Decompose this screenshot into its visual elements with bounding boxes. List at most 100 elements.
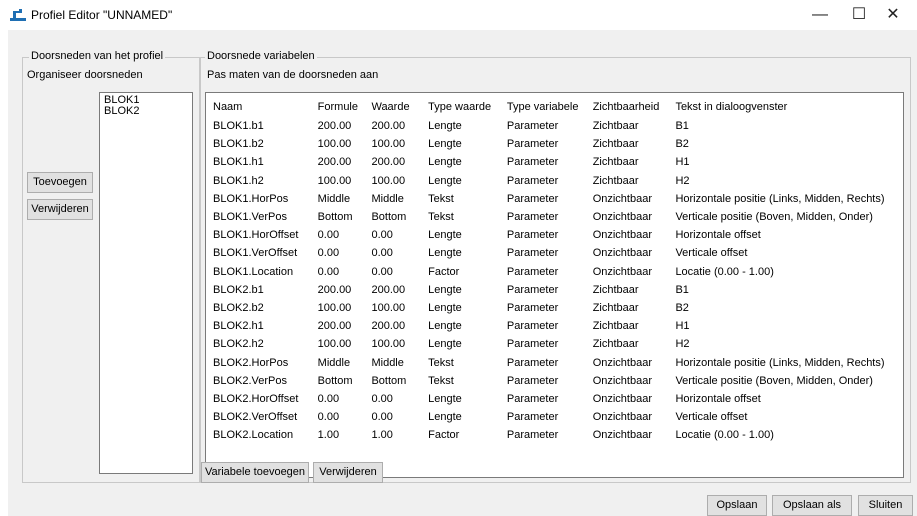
cell-waarde[interactable]: 100.00	[364, 135, 421, 153]
table-row[interactable]: BLOK2.HorPos Middle Middle Tekst Parameter On…	[206, 353, 903, 371]
cell-waarde[interactable]: Middle	[364, 353, 421, 371]
save-as-button[interactable]: Opslaan als	[772, 495, 852, 516]
cell-type-waarde[interactable]: Factor	[421, 263, 500, 281]
cell-naam[interactable]: BLOK1.Location	[206, 263, 311, 281]
cell-type-waarde[interactable]: Lengte	[421, 135, 500, 153]
cell-formule[interactable]: Middle	[311, 190, 365, 208]
cell-waarde[interactable]: Bottom	[364, 372, 421, 390]
table-row[interactable]: BLOK1.VerOffset 0.00 0.00 Lengte Parameter On…	[206, 244, 903, 262]
remove-variable-button[interactable]: Verwijderen	[313, 462, 383, 483]
cell-formule[interactable]: 0.00	[311, 244, 365, 262]
cell-zichtbaarheid[interactable]: Zichtbaar	[586, 335, 669, 353]
cell-type-variabele[interactable]: Parameter	[500, 226, 586, 244]
cell-type-waarde[interactable]: Lengte	[421, 390, 500, 408]
cell-type-variabele[interactable]: Parameter	[500, 353, 586, 371]
cell-formule[interactable]: 0.00	[311, 390, 365, 408]
cell-naam[interactable]: BLOK1.h1	[206, 153, 311, 171]
cell-zichtbaarheid[interactable]: Zichtbaar	[586, 117, 669, 135]
cell-tekst[interactable]: H1	[668, 317, 903, 335]
cell-formule[interactable]: 100.00	[311, 335, 365, 353]
cell-formule[interactable]: Middle	[311, 353, 365, 371]
cell-naam[interactable]: BLOK1.h2	[206, 172, 311, 190]
save-button[interactable]: Opslaan	[707, 495, 767, 516]
cell-waarde[interactable]: Bottom	[364, 208, 421, 226]
cell-type-waarde[interactable]: Tekst	[421, 208, 500, 226]
cell-waarde[interactable]: 0.00	[364, 390, 421, 408]
table-row[interactable]: BLOK2.b1 200.00 200.00 Lengte Parameter Zicht…	[206, 281, 903, 299]
cell-waarde[interactable]: 100.00	[364, 172, 421, 190]
cell-type-variabele[interactable]: Parameter	[500, 390, 586, 408]
column-header-tekst[interactable]: Tekst in dialoogvenster	[668, 97, 903, 117]
table-row[interactable]: BLOK1.b2 100.00 100.00 Lengte Parameter Zicht…	[206, 135, 903, 153]
cell-type-variabele[interactable]: Parameter	[500, 335, 586, 353]
cell-tekst[interactable]: H1	[668, 153, 903, 171]
close-window-button[interactable]: ✕	[870, 0, 916, 30]
cell-zichtbaarheid[interactable]: Zichtbaar	[586, 172, 669, 190]
table-row[interactable]: BLOK2.h1 200.00 200.00 Lengte Parameter Zicht…	[206, 317, 903, 335]
cell-type-variabele[interactable]: Parameter	[500, 244, 586, 262]
cell-type-variabele[interactable]: Parameter	[500, 408, 586, 426]
cell-type-waarde[interactable]: Tekst	[421, 353, 500, 371]
column-header-type-variabele[interactable]: Type variabele	[500, 97, 586, 117]
cell-naam[interactable]: BLOK1.VerOffset	[206, 244, 311, 262]
table-row[interactable]: BLOK1.b1 200.00 200.00 Lengte Parameter Zicht…	[206, 117, 903, 135]
cell-tekst[interactable]: B2	[668, 135, 903, 153]
cell-waarde[interactable]: 1.00	[364, 426, 421, 444]
cell-formule[interactable]: 100.00	[311, 135, 365, 153]
cell-naam[interactable]: BLOK1.b2	[206, 135, 311, 153]
cell-formule[interactable]: 0.00	[311, 408, 365, 426]
table-row[interactable]: BLOK2.VerPos Bottom Bottom Tekst Parameter On…	[206, 372, 903, 390]
cell-type-variabele[interactable]: Parameter	[500, 426, 586, 444]
cell-formule[interactable]: 0.00	[311, 263, 365, 281]
cell-zichtbaarheid[interactable]: Onzichtbaar	[586, 390, 669, 408]
cell-type-waarde[interactable]: Tekst	[421, 190, 500, 208]
table-row[interactable]: BLOK2.HorOffset 0.00 0.00 Lengte Parameter On…	[206, 390, 903, 408]
table-row[interactable]: BLOK1.VerPos Bottom Bottom Tekst Parameter On…	[206, 208, 903, 226]
column-header-zichtbaarheid[interactable]: Zichtbaarheid	[586, 97, 669, 117]
cell-formule[interactable]: 100.00	[311, 299, 365, 317]
cell-type-waarde[interactable]: Lengte	[421, 117, 500, 135]
cell-zichtbaarheid[interactable]: Onzichtbaar	[586, 208, 669, 226]
cell-type-variabele[interactable]: Parameter	[500, 263, 586, 281]
close-button[interactable]: Sluiten	[858, 495, 913, 516]
cell-naam[interactable]: BLOK2.h1	[206, 317, 311, 335]
column-header-type-waarde[interactable]: Type waarde	[421, 97, 500, 117]
cell-formule[interactable]: 200.00	[311, 281, 365, 299]
cell-tekst[interactable]: Verticale offset	[668, 244, 903, 262]
cell-naam[interactable]: BLOK2.Location	[206, 426, 311, 444]
cell-waarde[interactable]: 200.00	[364, 281, 421, 299]
cell-formule[interactable]: 0.00	[311, 226, 365, 244]
cell-type-variabele[interactable]: Parameter	[500, 117, 586, 135]
cell-tekst[interactable]: Horizontale offset	[668, 390, 903, 408]
table-row[interactable]: BLOK1.Location 0.00 0.00 Factor Parameter Onz…	[206, 263, 903, 281]
cell-zichtbaarheid[interactable]: Onzichtbaar	[586, 408, 669, 426]
table-row[interactable]: BLOK1.h1 200.00 200.00 Lengte Parameter Zicht…	[206, 153, 903, 171]
table-row[interactable]: BLOK2.Location 1.00 1.00 Factor Parameter Onz…	[206, 426, 903, 444]
cell-zichtbaarheid[interactable]: Onzichtbaar	[586, 263, 669, 281]
cell-formule[interactable]: 200.00	[311, 317, 365, 335]
cell-naam[interactable]: BLOK2.HorPos	[206, 353, 311, 371]
cell-naam[interactable]: BLOK1.b1	[206, 117, 311, 135]
list-item[interactable]: BLOK2	[104, 106, 188, 117]
cell-waarde[interactable]: 0.00	[364, 226, 421, 244]
cell-naam[interactable]: BLOK2.VerOffset	[206, 408, 311, 426]
cell-type-variabele[interactable]: Parameter	[500, 372, 586, 390]
cell-waarde[interactable]: 0.00	[364, 263, 421, 281]
cell-zichtbaarheid[interactable]: Onzichtbaar	[586, 353, 669, 371]
cell-tekst[interactable]: Locatie (0.00 - 1.00)	[668, 263, 903, 281]
add-variable-button[interactable]: Variabele toevoegen	[201, 462, 309, 483]
cell-type-variabele[interactable]: Parameter	[500, 135, 586, 153]
cell-naam[interactable]: BLOK2.VerPos	[206, 372, 311, 390]
cell-tekst[interactable]: Locatie (0.00 - 1.00)	[668, 426, 903, 444]
cell-type-variabele[interactable]: Parameter	[500, 153, 586, 171]
table-row[interactable]: BLOK2.b2 100.00 100.00 Lengte Parameter Zicht…	[206, 299, 903, 317]
cell-type-variabele[interactable]: Parameter	[500, 208, 586, 226]
cell-formule[interactable]: Bottom	[311, 208, 365, 226]
cell-type-waarde[interactable]: Factor	[421, 426, 500, 444]
cell-naam[interactable]: BLOK1.VerPos	[206, 208, 311, 226]
table-row[interactable]: BLOK1.HorOffset 0.00 0.00 Lengte Parameter On…	[206, 226, 903, 244]
cell-type-variabele[interactable]: Parameter	[500, 299, 586, 317]
cell-zichtbaarheid[interactable]: Onzichtbaar	[586, 372, 669, 390]
cell-waarde[interactable]: 100.00	[364, 299, 421, 317]
add-section-button[interactable]: Toevoegen	[27, 172, 93, 193]
